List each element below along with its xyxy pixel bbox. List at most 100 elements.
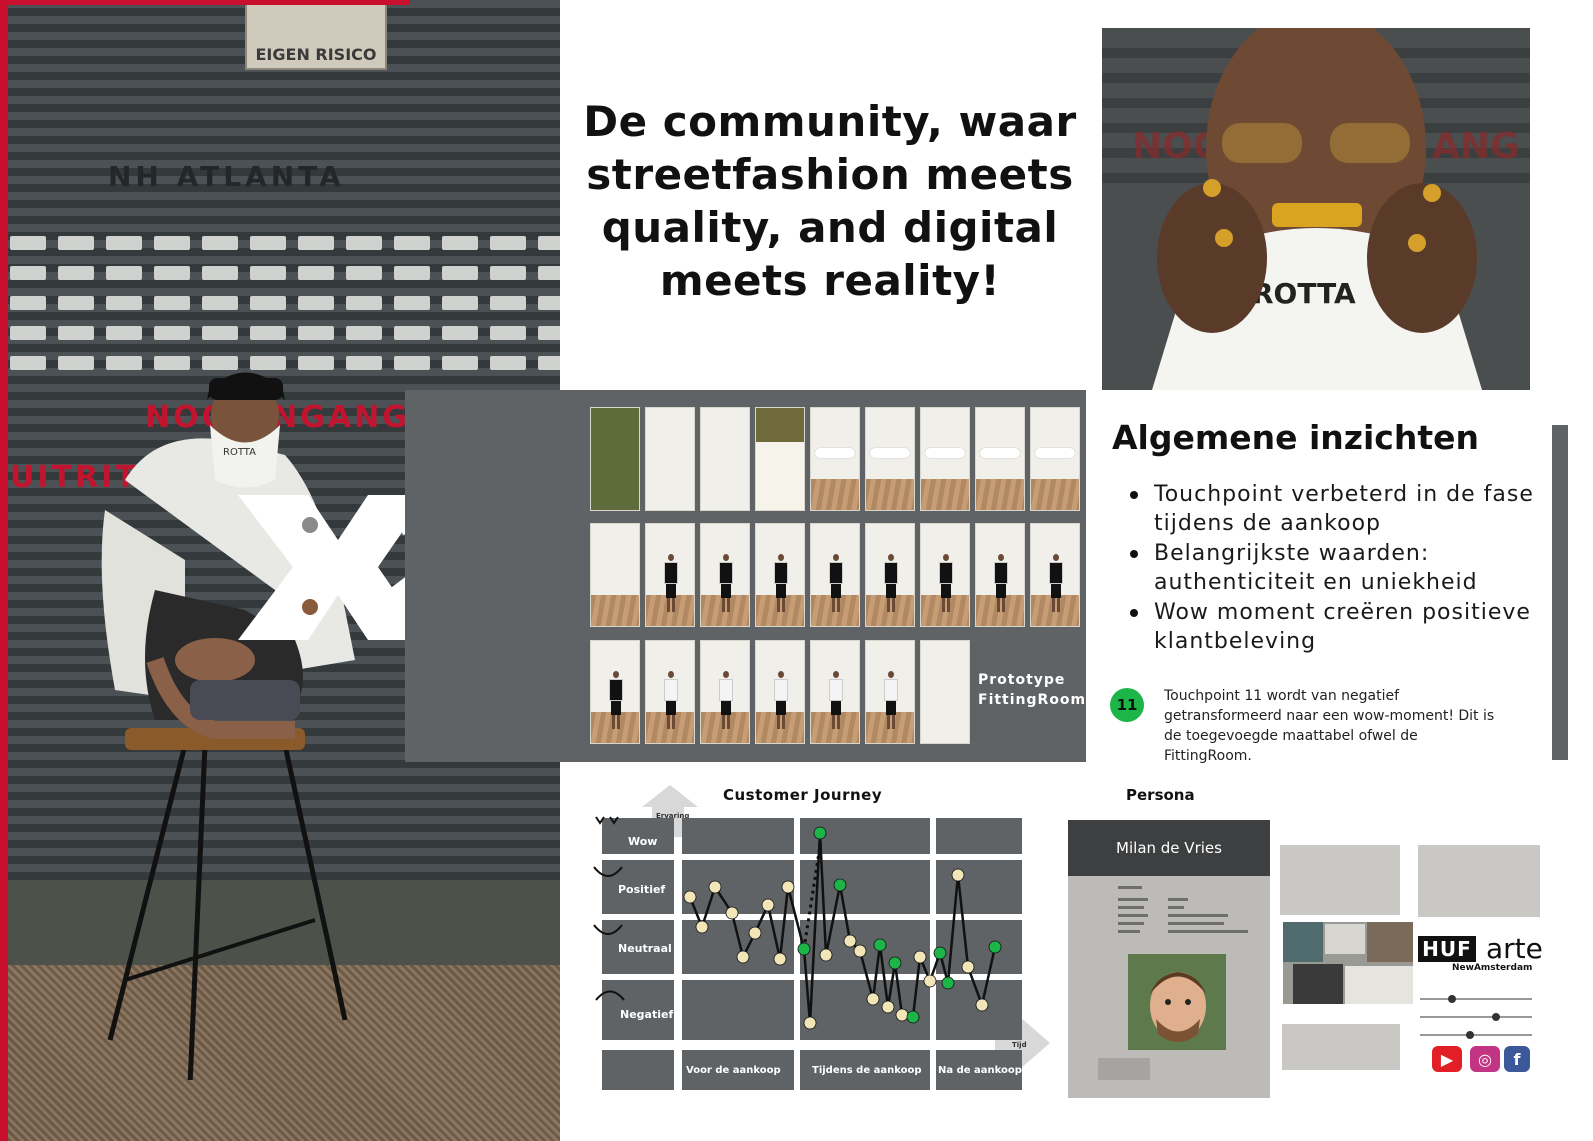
profile-line (1168, 898, 1188, 901)
prototype-screen (645, 407, 695, 511)
profile-line (1118, 922, 1144, 925)
red-top-bar (0, 0, 410, 5)
prototype-screen (755, 523, 805, 627)
svg-text:ROTTA: ROTTA (1252, 277, 1356, 310)
preference-slider (1420, 1031, 1532, 1039)
journey-point (683, 890, 697, 904)
journey-point (873, 938, 887, 952)
customer-journey-diagram: Ervaring Tijd Wow Positief Neutraal Nega… (593, 785, 1050, 1090)
journey-point (797, 942, 811, 956)
journey-point (761, 898, 775, 912)
prototype-screen (920, 407, 970, 511)
prototype-screen (590, 640, 640, 744)
shutter-slat (8, 208, 560, 224)
svg-text:ANG: ANG (1432, 126, 1520, 167)
prototype-screen (645, 640, 695, 744)
profile-line (1168, 930, 1248, 933)
sign-text: EIGEN RISICO (255, 45, 377, 64)
prototype-screen (865, 640, 915, 744)
preference-slider (1420, 1013, 1532, 1021)
phase-label-tijdens: Tijdens de aankoop (812, 1065, 922, 1076)
prototype-screen (865, 523, 915, 627)
prototype-screen (645, 523, 695, 627)
facebook-icon: f (1504, 1046, 1530, 1072)
shutter-slat (8, 96, 560, 112)
persona-note (1282, 1024, 1400, 1070)
prototype-screen (700, 523, 750, 627)
journey-point (895, 1008, 909, 1022)
shutter-window-row (10, 236, 560, 250)
journey-point (736, 950, 750, 964)
persona-note (1418, 845, 1540, 917)
prototype-screen (975, 407, 1025, 511)
persona-note (1280, 845, 1400, 915)
profile-line (1168, 922, 1224, 925)
journey-point (708, 880, 722, 894)
journey-point (866, 992, 880, 1006)
huf-logo: HUF (1418, 936, 1476, 962)
journey-point (853, 944, 867, 958)
eigen-risico-sign: EIGEN RISICO (245, 0, 387, 70)
prototype-label-line1: Prototype (978, 672, 1066, 688)
shutter-slat (8, 144, 560, 160)
journey-point (913, 950, 927, 964)
moodboard-collage (1283, 922, 1413, 1004)
shutter-slat (8, 128, 560, 144)
profile-heading (1118, 886, 1142, 889)
prototype-label: Prototype FittingRoom (978, 670, 1088, 710)
profile-line (1168, 914, 1228, 917)
headline: De community, waar streetfashion meets q… (583, 97, 1077, 305)
shutter-slat (8, 192, 560, 208)
shutter-slat (8, 80, 560, 96)
journey-point (748, 926, 762, 940)
prototype-screen (1030, 523, 1080, 627)
insights-list: Touchpoint verbeterd in de fase tijdens … (1130, 480, 1550, 657)
profile-line (1118, 914, 1148, 917)
prototype-screen (975, 523, 1025, 627)
insight-item: Belangrijkste waarden: authenticiteit en… (1130, 539, 1550, 597)
profile-line (1118, 930, 1140, 933)
prototype-screen (700, 640, 750, 744)
prototype-screen (920, 640, 970, 744)
phase-label-voor: Voor de aankoop (686, 1065, 781, 1076)
journey-point (881, 1000, 895, 1014)
prototype-screen (920, 523, 970, 627)
insight-item: Touchpoint verbeterd in de fase tijdens … (1130, 480, 1550, 538)
instagram-icon: ◎ (1470, 1046, 1500, 1072)
journey-point (781, 880, 795, 894)
portrait-illustration: NOO ANG ROTTA (1102, 28, 1530, 390)
persona-card: Milan de Vries (1068, 820, 1270, 1098)
journey-point (819, 948, 833, 962)
person-on-stool: ROTTA (101, 372, 355, 1080)
shutter-slat (8, 112, 560, 128)
prototype-screen (590, 407, 640, 511)
prototype-screen (865, 407, 915, 511)
wall-text-atlanta: NH ATLANTA (108, 160, 345, 193)
shutter-window-row (10, 266, 560, 280)
journey-point (888, 956, 902, 970)
profile-line (1118, 906, 1144, 909)
journey-point (941, 976, 955, 990)
journey-point (833, 878, 847, 892)
row-label-wow: Wow (628, 835, 657, 848)
prototype-screen (810, 407, 860, 511)
up-arrow-icon (642, 785, 698, 807)
journey-point (773, 952, 787, 966)
profile-line (1118, 898, 1148, 901)
shutter-window-row (10, 296, 560, 310)
prototype-screen (590, 523, 640, 627)
touchpoint-text: Touchpoint 11 wordt van negatief getrans… (1164, 688, 1495, 764)
right-edge-panel (1552, 425, 1568, 760)
journey-point (933, 946, 947, 960)
red-accent-bar (0, 0, 8, 1141)
persona-title: Persona (1126, 786, 1195, 804)
journey-point (951, 868, 965, 882)
journey-point (988, 940, 1002, 954)
svg-text:ROTTA: ROTTA (223, 447, 256, 458)
preference-slider (1420, 995, 1532, 1003)
persona-x21-mark (1098, 1058, 1150, 1080)
journey-point (725, 906, 739, 920)
row-label-neutraal: Neutraal (618, 942, 672, 955)
journey-point (695, 920, 709, 934)
insight-item: Wow moment creëren positieve klantbelevi… (1130, 598, 1550, 656)
